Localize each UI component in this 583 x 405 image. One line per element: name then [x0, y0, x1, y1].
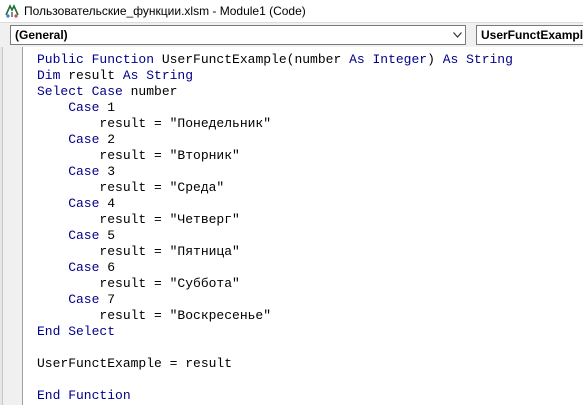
code-keyword: Case	[37, 196, 108, 211]
code-token: result = "Четверг"	[37, 212, 240, 227]
code-line[interactable]: Case 6	[37, 260, 513, 276]
code-line[interactable]: Case 2	[37, 132, 513, 148]
code-token: UserFunctExample(number	[161, 52, 350, 67]
chevron-down-icon[interactable]	[449, 26, 465, 44]
code-keyword: Case	[37, 100, 108, 115]
code-line[interactable]: result = "Понедельник"	[37, 116, 513, 132]
code-token: UserFunctExample = result	[37, 356, 233, 371]
code-line[interactable]: UserFunctExample = result	[37, 356, 513, 372]
margin-indicator-bar[interactable]	[3, 47, 23, 405]
code-keyword: Case	[37, 164, 108, 179]
code-token: result = "Вторник"	[37, 148, 240, 163]
code-token: result = "Пятница"	[37, 244, 240, 259]
code-keyword: As String	[442, 52, 513, 67]
code-token: )	[427, 52, 443, 67]
vba-module-icon	[4, 3, 20, 19]
code-line[interactable]: Case 7	[37, 292, 513, 308]
code-line[interactable]: Public Function UserFunctExample(number …	[37, 52, 513, 68]
code-keyword: As Integer	[349, 52, 428, 67]
procedure-dropdown-value: UserFunctExample	[481, 28, 583, 42]
window-title: Пользовательские_функции.xlsm - Module1 …	[24, 4, 306, 18]
title-bar: Пользовательские_функции.xlsm - Module1 …	[0, 0, 583, 22]
code-line[interactable]: Case 3	[37, 164, 513, 180]
code-keyword: Public Function	[37, 52, 162, 67]
code-line[interactable]: Dim result As String	[37, 68, 513, 84]
object-dropdown-value: (General)	[15, 28, 68, 42]
code-token: 7	[107, 292, 116, 307]
code-token: result	[68, 68, 123, 83]
code-token: result = "Воскресенье"	[37, 308, 272, 323]
code-keyword: Select Case	[37, 84, 131, 99]
code-keyword: Case	[37, 260, 108, 275]
code-token: 2	[107, 132, 116, 147]
code-line[interactable]: result = "Среда"	[37, 180, 513, 196]
code-line[interactable]: Case 4	[37, 196, 513, 212]
code-line[interactable]: result = "Четверг"	[37, 212, 513, 228]
code-token: result = "Суббота"	[37, 276, 240, 291]
code-line[interactable]: result = "Воскресенье"	[37, 308, 513, 324]
code-token: 3	[107, 164, 116, 179]
code-token: 5	[107, 228, 116, 243]
code-window-toolbar: (General) UserFunctExample	[0, 22, 583, 48]
code-keyword: Dim	[37, 68, 69, 83]
object-dropdown[interactable]: (General)	[10, 25, 466, 45]
code-line[interactable]: End Select	[37, 324, 513, 340]
code-keyword: Case	[37, 132, 108, 147]
code-keyword: Case	[37, 292, 108, 307]
code-keyword: Case	[37, 228, 108, 243]
code-line[interactable]: End Function	[37, 388, 513, 404]
code-token: 6	[107, 260, 116, 275]
code-editor[interactable]: Public Function UserFunctExample(number …	[0, 47, 583, 405]
code-keyword: End Select	[37, 324, 116, 339]
code-token: result = "Среда"	[37, 180, 225, 195]
code-line[interactable]	[37, 372, 513, 388]
code-keyword: As String	[122, 68, 194, 83]
code-token: 1	[107, 100, 116, 115]
code-token: result = "Понедельник"	[37, 116, 272, 131]
code-line[interactable]	[37, 340, 513, 356]
code-line[interactable]: Select Case number	[37, 84, 513, 100]
code-line[interactable]: Case 1	[37, 100, 513, 116]
code-line[interactable]: Case 5	[37, 228, 513, 244]
code-keyword: End Function	[37, 388, 131, 403]
procedure-dropdown[interactable]: UserFunctExample	[476, 25, 583, 45]
code-text[interactable]: Public Function UserFunctExample(number …	[37, 52, 513, 404]
code-token: number	[130, 84, 178, 99]
code-line[interactable]: result = "Пятница"	[37, 244, 513, 260]
code-token: 4	[107, 196, 116, 211]
code-line[interactable]: result = "Суббота"	[37, 276, 513, 292]
code-line[interactable]: result = "Вторник"	[37, 148, 513, 164]
